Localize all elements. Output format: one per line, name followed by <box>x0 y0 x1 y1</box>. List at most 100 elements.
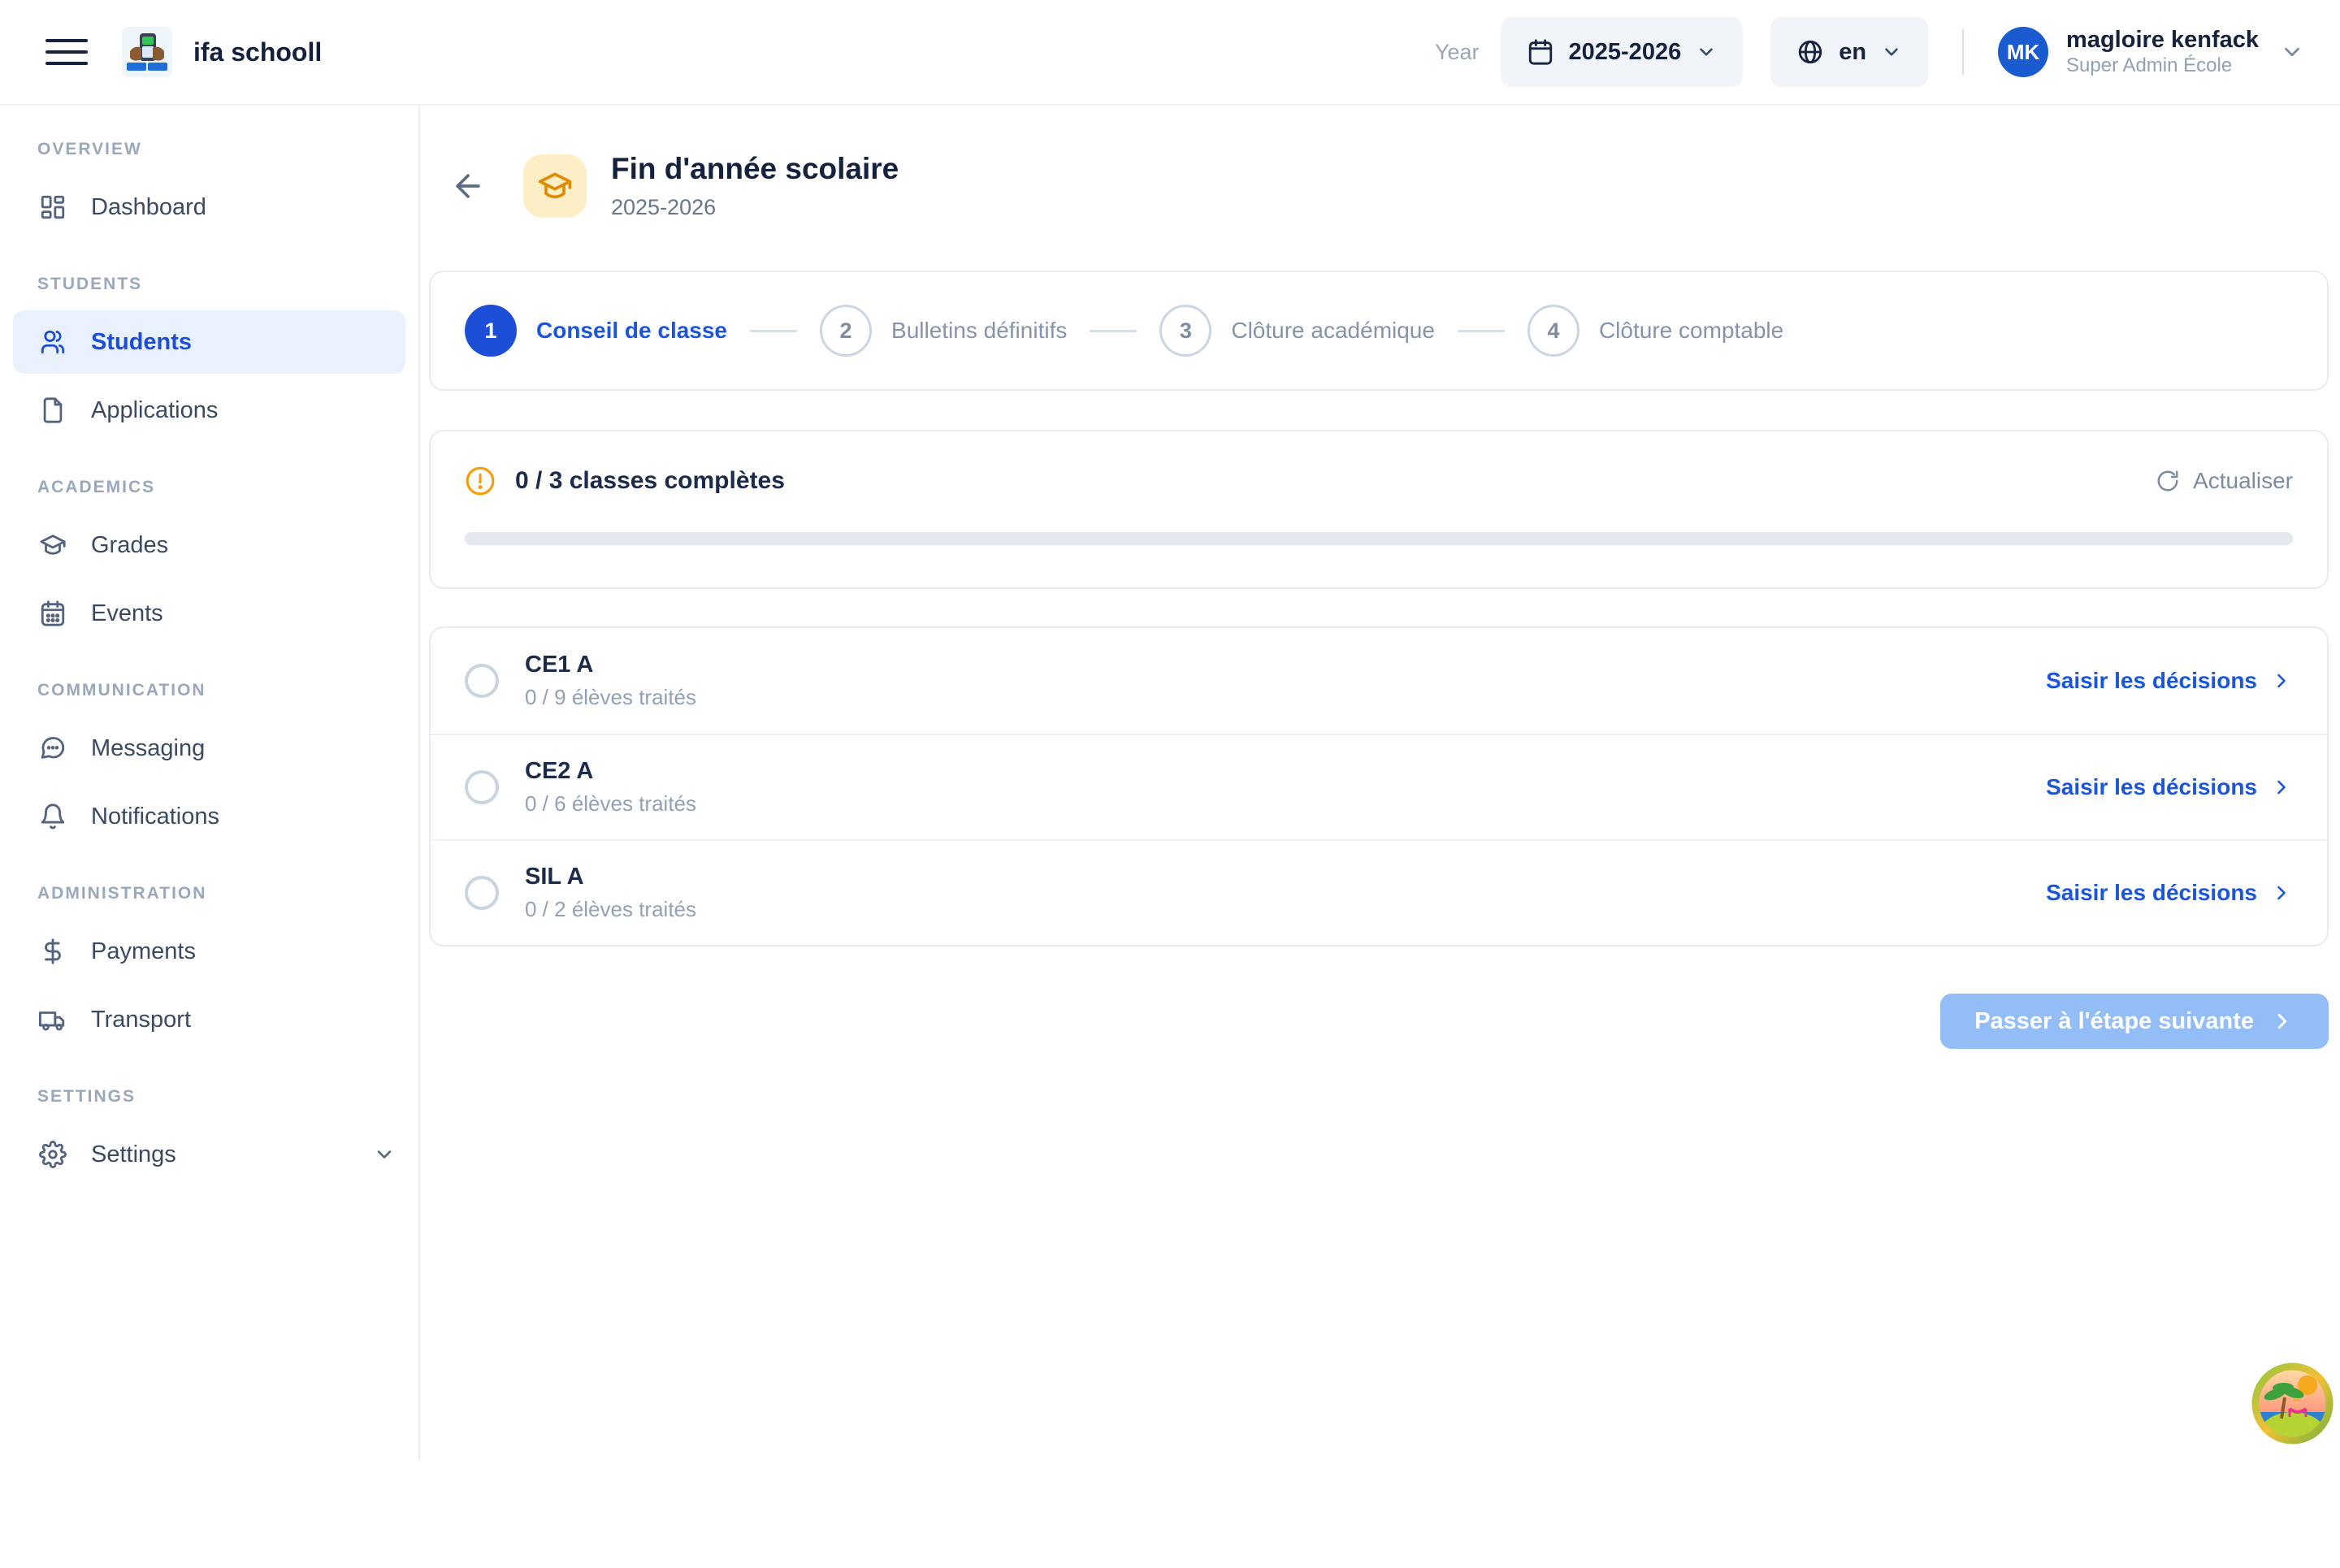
language-selector[interactable]: en <box>1770 17 1928 87</box>
back-arrow-icon[interactable] <box>445 163 491 209</box>
menu-icon[interactable] <box>46 31 88 73</box>
graduation-cap-icon <box>523 154 587 218</box>
enter-decisions-link[interactable]: Saisir les décisions <box>2046 668 2293 694</box>
step-number: 2 <box>820 305 872 357</box>
sidebar-item-label: Grades <box>91 532 168 559</box>
class-status-circle[interactable] <box>465 664 499 698</box>
next-step-button[interactable]: Passer à l'étape suivante <box>1940 994 2329 1049</box>
gear-icon <box>39 1141 67 1168</box>
class-row-sila: SIL A 0 / 2 élèves traités Saisir les dé… <box>431 839 2327 945</box>
file-icon <box>39 396 67 424</box>
dashboard-icon <box>39 193 67 221</box>
class-detail: 0 / 9 élèves traités <box>525 685 696 710</box>
app-window: ifa schooll Year 2025-2026 en <box>0 0 2340 1568</box>
app-name: ifa schooll <box>193 37 322 67</box>
class-status-circle[interactable] <box>465 770 499 804</box>
user-avatar[interactable]: MK <box>1998 27 2048 77</box>
refresh-button[interactable]: Actualiser <box>2156 468 2293 494</box>
island-badge-icon[interactable] <box>2251 1362 2334 1445</box>
enter-decisions-label: Saisir les décisions <box>2046 880 2257 906</box>
progress-card: 0 / 3 classes complètes Actualiser <box>429 430 2329 589</box>
app-logo <box>122 27 172 77</box>
class-name: CE1 A <box>525 652 696 678</box>
step-label: Bulletins définitifs <box>891 318 1067 344</box>
sidebar-section-students: STUDENTS <box>0 275 418 294</box>
user-role: Super Admin École <box>2066 54 2259 78</box>
calendar-icon <box>39 600 67 627</box>
stepper: 1 Conseil de classe 2 Bulletins définiti… <box>429 271 2329 391</box>
sidebar-item-transport[interactable]: Transport <box>13 988 405 1051</box>
sidebar-section-administration: ADMINISTRATION <box>0 884 418 903</box>
sidebar-item-messaging[interactable]: Messaging <box>13 717 405 780</box>
sidebar-item-applications[interactable]: Applications <box>13 379 405 442</box>
sidebar-item-label: Dashboard <box>91 194 206 221</box>
chevron-right-icon <box>2270 776 2293 799</box>
class-row-ce1a: CE1 A 0 / 9 élèves traités Saisir les dé… <box>431 628 2327 734</box>
step-bulletins-definitifs[interactable]: 2 Bulletins définitifs <box>820 305 1067 357</box>
refresh-icon <box>2156 469 2180 493</box>
chevron-down-icon <box>1696 41 1717 63</box>
page-header: Fin d'année scolaire 2025-2026 <box>429 151 2329 220</box>
class-detail: 0 / 6 élèves traités <box>525 791 696 816</box>
top-bar: ifa schooll Year 2025-2026 en <box>0 0 2340 106</box>
sidebar-section-overview: OVERVIEW <box>0 140 418 159</box>
year-selector[interactable]: 2025-2026 <box>1501 17 1744 87</box>
step-connector <box>750 330 797 332</box>
chevron-right-icon <box>2270 881 2293 904</box>
sidebar-item-notifications[interactable]: Notifications <box>13 785 405 848</box>
step-cloture-academique[interactable]: 3 Clôture académique <box>1159 305 1435 357</box>
step-cloture-comptable[interactable]: 4 Clôture comptable <box>1528 305 1783 357</box>
sidebar-section-settings: SETTINGS <box>0 1087 418 1107</box>
header-divider <box>1962 28 1964 76</box>
sidebar-item-label: Notifications <box>91 803 219 830</box>
class-row-ce2a: CE2 A 0 / 6 élèves traités Saisir les dé… <box>431 734 2327 839</box>
users-icon <box>39 328 67 356</box>
sidebar: OVERVIEW Dashboard STUDENTS Students <box>0 106 420 1461</box>
chat-bubble-icon <box>39 734 67 762</box>
chevron-right-icon <box>2270 669 2293 692</box>
enter-decisions-link[interactable]: Saisir les décisions <box>2046 880 2293 906</box>
sidebar-item-label: Students <box>91 329 192 356</box>
sidebar-item-label: Applications <box>91 397 218 424</box>
refresh-label: Actualiser <box>2193 468 2293 494</box>
progress-bar <box>465 532 2293 545</box>
step-number: 1 <box>465 305 517 357</box>
sidebar-section-communication: COMMUNICATION <box>0 681 418 700</box>
sidebar-item-events[interactable]: Events <box>13 582 405 645</box>
graduation-cap-icon <box>39 531 67 559</box>
class-name: CE2 A <box>525 758 696 785</box>
chevron-down-icon <box>373 1143 396 1166</box>
main-content: Fin d'année scolaire 2025-2026 1 Conseil… <box>422 106 2340 1049</box>
year-label: Year <box>1435 40 1480 65</box>
class-name: SIL A <box>525 864 696 890</box>
step-conseil-de-classe[interactable]: 1 Conseil de classe <box>465 305 727 357</box>
page-title: Fin d'année scolaire <box>611 151 899 187</box>
sidebar-item-label: Events <box>91 600 163 627</box>
user-menu[interactable]: magloire kenfack Super Admin École <box>2066 26 2259 79</box>
step-label: Conseil de classe <box>536 318 727 344</box>
step-label: Clôture comptable <box>1599 318 1783 344</box>
enter-decisions-link[interactable]: Saisir les décisions <box>2046 774 2293 800</box>
chevron-down-icon[interactable] <box>2280 40 2304 64</box>
sidebar-item-settings[interactable]: Settings <box>13 1123 405 1186</box>
next-step-label: Passer à l'étape suivante <box>1974 1008 2254 1035</box>
sidebar-item-dashboard[interactable]: Dashboard <box>13 175 405 239</box>
step-label: Clôture académique <box>1231 318 1435 344</box>
progress-status: 0 / 3 classes complètes <box>515 467 785 495</box>
sidebar-item-grades[interactable]: Grades <box>13 513 405 577</box>
sidebar-section-academics: ACADEMICS <box>0 478 418 497</box>
dollar-icon <box>39 938 67 965</box>
sidebar-item-label: Payments <box>91 938 196 965</box>
class-detail: 0 / 2 élèves traités <box>525 897 696 922</box>
sidebar-item-payments[interactable]: Payments <box>13 920 405 983</box>
enter-decisions-label: Saisir les décisions <box>2046 774 2257 800</box>
page-subtitle: 2025-2026 <box>611 195 899 220</box>
language-value: en <box>1839 39 1866 66</box>
chevron-right-icon <box>2270 1009 2294 1033</box>
chevron-down-icon <box>1881 41 1902 63</box>
class-status-circle[interactable] <box>465 876 499 910</box>
enter-decisions-label: Saisir les décisions <box>2046 668 2257 694</box>
user-name: magloire kenfack <box>2066 26 2259 54</box>
step-number: 3 <box>1159 305 1211 357</box>
sidebar-item-students[interactable]: Students <box>13 310 405 374</box>
